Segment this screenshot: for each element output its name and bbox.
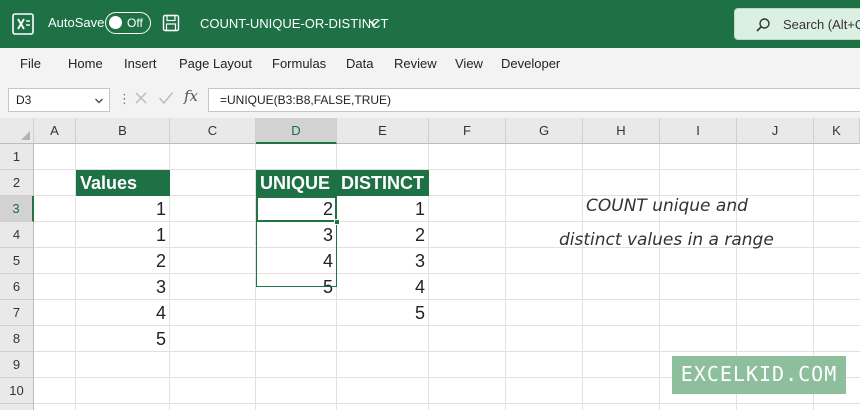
autosave-label: AutoSave bbox=[48, 15, 105, 30]
values-cell[interactable]: 1 bbox=[76, 222, 170, 248]
row-header-11[interactable]: 11 bbox=[0, 404, 34, 410]
values-cell[interactable]: 5 bbox=[76, 326, 170, 352]
distinct-cell[interactable]: 3 bbox=[337, 248, 429, 274]
distinct-cell[interactable]: 4 bbox=[337, 274, 429, 300]
name-box-value: D3 bbox=[16, 93, 32, 107]
row-header-7[interactable]: 7 bbox=[0, 300, 34, 326]
menu-review[interactable]: Review bbox=[394, 56, 437, 71]
column-header-c[interactable]: C bbox=[170, 118, 256, 144]
row-header-9[interactable]: 9 bbox=[0, 352, 34, 378]
formula-text: =UNIQUE(B3:B8,FALSE,TRUE) bbox=[220, 93, 392, 107]
gridline bbox=[659, 144, 660, 410]
search-placeholder: Search (Alt+Q) bbox=[783, 17, 860, 32]
row-header-10[interactable]: 10 bbox=[0, 378, 34, 404]
unique-cell[interactable]: 2 bbox=[256, 196, 337, 222]
column-header-i[interactable]: I bbox=[660, 118, 737, 144]
column-header-a[interactable]: A bbox=[34, 118, 76, 144]
unique-header-cell[interactable]: UNIQUE bbox=[256, 170, 337, 196]
values-cell[interactable]: 4 bbox=[76, 300, 170, 326]
row-header-5[interactable]: 5 bbox=[0, 248, 34, 274]
menu-insert[interactable]: Insert bbox=[124, 56, 157, 71]
note-line-2: distinct values in a range bbox=[559, 230, 774, 250]
column-header-k[interactable]: K bbox=[814, 118, 860, 144]
menu-page-layout[interactable]: Page Layout bbox=[179, 56, 252, 71]
menu-bar: File Home Insert Page Layout Formulas Da… bbox=[0, 48, 860, 80]
column-header-f[interactable]: F bbox=[429, 118, 506, 144]
select-all-button[interactable] bbox=[0, 118, 34, 144]
values-header-cell[interactable]: Values bbox=[76, 170, 170, 196]
toggle-knob bbox=[109, 16, 122, 29]
row-header-4[interactable]: 4 bbox=[0, 222, 34, 248]
column-header-e[interactable]: E bbox=[337, 118, 429, 144]
values-cell[interactable]: 1 bbox=[76, 196, 170, 222]
excel-logo-icon[interactable] bbox=[12, 13, 34, 35]
file-name[interactable]: COUNT-UNIQUE-OR-DISTINCT bbox=[200, 16, 389, 31]
row-header-6[interactable]: 6 bbox=[0, 274, 34, 300]
distinct-header-cell[interactable]: DISTINCT bbox=[337, 170, 429, 196]
menu-home[interactable]: Home bbox=[68, 56, 103, 71]
formula-input[interactable]: =UNIQUE(B3:B8,FALSE,TRUE) bbox=[208, 88, 860, 112]
title-bar: AutoSave Off COUNT-UNIQUE-OR-DISTINCT Se… bbox=[0, 0, 860, 48]
fill-handle[interactable] bbox=[334, 219, 340, 225]
select-all-triangle-icon bbox=[21, 131, 30, 140]
chevron-down-icon[interactable] bbox=[94, 97, 104, 105]
watermark-text: EXCELKID.COM bbox=[680, 362, 838, 386]
gridline bbox=[505, 144, 506, 410]
menu-data[interactable]: Data bbox=[346, 56, 373, 71]
gridline bbox=[34, 403, 860, 404]
menu-view[interactable]: View bbox=[455, 56, 483, 71]
insert-function-icon[interactable]: fx bbox=[184, 87, 198, 105]
chevron-down-icon[interactable] bbox=[368, 18, 380, 28]
values-cell[interactable]: 2 bbox=[76, 248, 170, 274]
more-options-icon[interactable]: ⋮ bbox=[118, 91, 131, 107]
distinct-cell[interactable]: 1 bbox=[337, 196, 429, 222]
values-cell[interactable]: 3 bbox=[76, 274, 170, 300]
unique-cell[interactable]: 4 bbox=[256, 248, 337, 274]
row-header-8[interactable]: 8 bbox=[0, 326, 34, 352]
column-header-g[interactable]: G bbox=[506, 118, 583, 144]
search-box[interactable]: Search (Alt+Q) bbox=[734, 8, 860, 40]
distinct-cell[interactable]: 5 bbox=[337, 300, 429, 326]
save-icon[interactable] bbox=[162, 14, 180, 32]
note-line-1: COUNT unique and bbox=[586, 196, 748, 216]
search-icon bbox=[756, 18, 770, 32]
column-header-b[interactable]: B bbox=[76, 118, 170, 144]
unique-cell[interactable]: 5 bbox=[256, 274, 337, 300]
gridline bbox=[582, 144, 583, 410]
column-header-j[interactable]: J bbox=[737, 118, 814, 144]
row-header-3[interactable]: 3 bbox=[0, 196, 34, 222]
unique-cell[interactable]: 3 bbox=[256, 222, 337, 248]
column-header-h[interactable]: H bbox=[583, 118, 660, 144]
menu-developer[interactable]: Developer bbox=[501, 56, 560, 71]
row-header-2[interactable]: 2 bbox=[0, 170, 34, 196]
menu-formulas[interactable]: Formulas bbox=[272, 56, 326, 71]
formula-bar: D3 ⋮ fx =UNIQUE(B3:B8,FALSE,TRUE) bbox=[0, 80, 860, 118]
column-header-d[interactable]: D bbox=[256, 118, 337, 144]
name-box[interactable]: D3 bbox=[8, 88, 110, 112]
menu-file[interactable]: File bbox=[20, 56, 41, 71]
cancel-icon[interactable] bbox=[134, 91, 148, 105]
row-header-1[interactable]: 1 bbox=[0, 144, 34, 170]
autosave-state: Off bbox=[127, 16, 143, 30]
watermark-badge: EXCELKID.COM bbox=[672, 356, 846, 394]
checkmark-icon[interactable] bbox=[158, 91, 174, 105]
autosave-toggle[interactable]: Off bbox=[105, 12, 151, 34]
distinct-cell[interactable]: 2 bbox=[337, 222, 429, 248]
